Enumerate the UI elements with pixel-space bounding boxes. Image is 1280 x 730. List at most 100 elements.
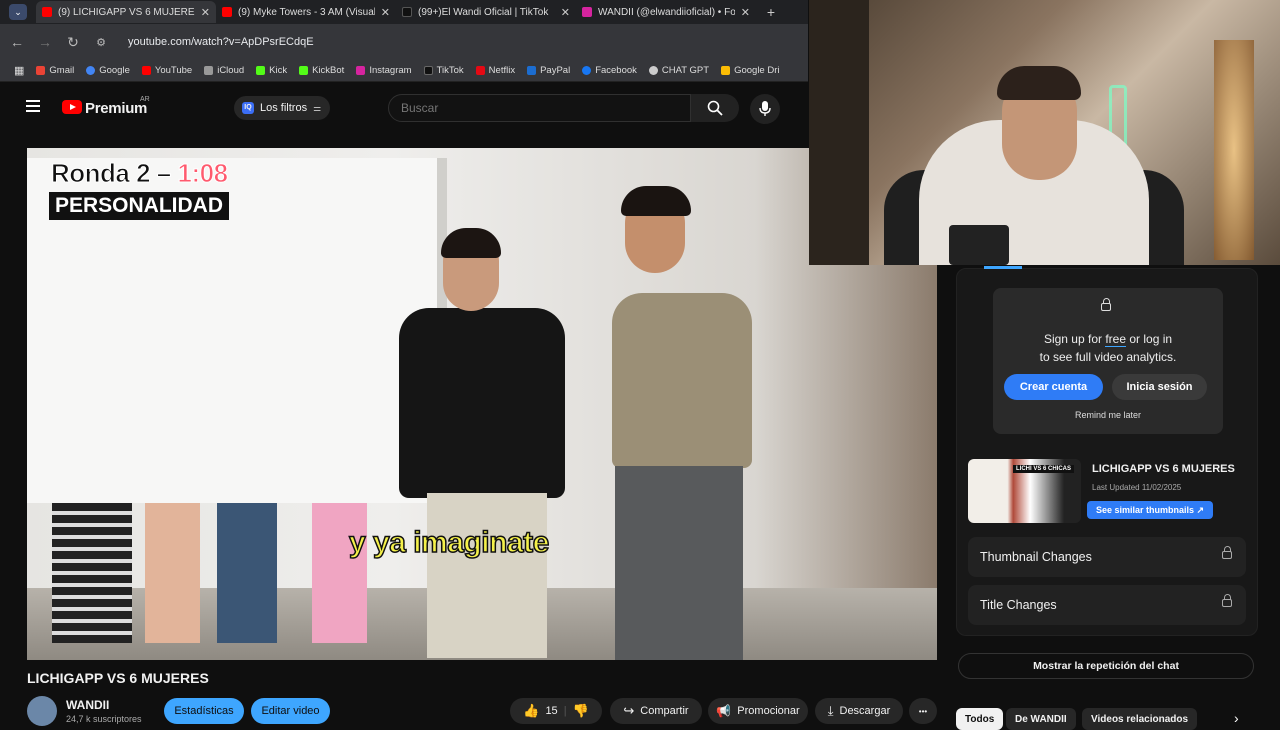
apps-grid-icon[interactable]: ▦ — [14, 64, 24, 77]
megaphone-icon: 📢 — [716, 704, 732, 718]
back-arrow-icon[interactable]: ← — [10, 34, 24, 50]
bookmark-label: Netflix — [488, 65, 516, 76]
channel-avatar[interactable] — [27, 696, 57, 726]
google-drive-icon — [721, 66, 731, 75]
bookmark-kickbot[interactable]: KickBot — [299, 65, 344, 76]
close-icon[interactable]: ✕ — [561, 6, 570, 19]
round-timer: 1:08 — [177, 158, 229, 189]
remind-later-link[interactable]: Remind me later — [1000, 410, 1216, 420]
url-field[interactable]: youtube.com/watch?v=ApDPsrECdqE — [128, 36, 314, 48]
bookmark-facebook[interactable]: Facebook — [582, 65, 637, 76]
instagram-favicon-icon — [582, 7, 592, 17]
menu-icon[interactable] — [26, 100, 40, 112]
webcam-dark-edge — [809, 0, 869, 265]
edit-video-button[interactable]: Editar video — [251, 698, 330, 724]
video-person-pants — [427, 493, 547, 658]
bookmark-paypal[interactable]: PayPal — [527, 65, 570, 76]
kick-icon — [256, 66, 266, 75]
round-label: Ronda 2 – — [51, 158, 172, 189]
reload-icon[interactable]: ↻ — [66, 34, 80, 51]
similar-thumbnails-button[interactable]: See similar thumbnails ↗ — [1087, 501, 1213, 519]
new-tab-button[interactable]: + — [756, 4, 786, 20]
chip-from-channel[interactable]: De WANDII — [1006, 708, 1076, 730]
chip-related[interactable]: Videos relacionados — [1082, 708, 1198, 730]
share-button[interactable]: ↪ Compartir — [610, 698, 702, 724]
thumbs-down-icon[interactable]: 👎 — [573, 703, 589, 719]
video-player[interactable]: Ronda 2 – 1:08 PERSONALIDAD y ya imagina… — [27, 148, 937, 660]
channel-name[interactable]: WANDII — [66, 698, 109, 712]
bookmark-google-drive[interactable]: Google Dri — [721, 65, 780, 76]
bookmark-label: Google Dri — [734, 65, 780, 76]
tab-1[interactable]: (9) LICHIGAPP VS 6 MUJERES - ✕ — [36, 1, 216, 23]
more-actions-button[interactable]: ••• — [909, 698, 937, 724]
youtube-favicon-icon — [222, 7, 232, 17]
filters-button[interactable]: IQ Los filtros ⚌ — [234, 96, 330, 120]
video-person-jeans — [615, 466, 743, 660]
bookmark-icloud[interactable]: iCloud — [204, 65, 244, 76]
create-account-button[interactable]: Crear cuenta — [1004, 374, 1103, 400]
tab-4-label: WANDII (@elwandiioficial) • Fo — [598, 6, 735, 18]
voice-search-button[interactable] — [750, 94, 780, 124]
signup-free-link[interactable]: free — [1105, 332, 1127, 347]
video-person-tan-shirt — [612, 293, 752, 468]
download-label: Descargar — [839, 705, 891, 717]
signup-line2: to see full video analytics. — [1039, 350, 1177, 364]
bookmark-tiktok[interactable]: TikTok — [423, 65, 464, 76]
bookmark-kick[interactable]: Kick — [256, 65, 287, 76]
tab-2[interactable]: (9) Myke Towers - 3 AM (Visual ✕ — [216, 1, 396, 23]
close-icon[interactable]: ✕ — [741, 6, 750, 19]
bookmark-label: Gmail — [49, 65, 75, 76]
signup-text: Sign up for free or log in to see full v… — [1000, 330, 1216, 366]
bookmark-youtube[interactable]: YouTube — [141, 65, 192, 76]
bookmark-gmail[interactable]: Gmail — [36, 65, 74, 76]
search-icon — [707, 100, 723, 116]
title-changes-row[interactable]: Title Changes — [968, 585, 1246, 625]
bookmark-netflix[interactable]: Netflix — [475, 65, 516, 76]
close-icon[interactable]: ✕ — [201, 6, 210, 19]
promote-button[interactable]: 📢 Promocionar — [708, 698, 808, 724]
tab-search-button[interactable]: ⌄ — [0, 4, 36, 20]
stats-button[interactable]: Estadísticas — [164, 698, 244, 724]
bookmark-instagram[interactable]: Instagram — [356, 65, 412, 76]
youtube-logo-icon[interactable] — [62, 100, 82, 114]
bookmarks-bar: ▦ Gmail Google YouTube iCloud Kick KickB… — [0, 60, 808, 82]
close-icon[interactable]: ✕ — [381, 6, 390, 19]
tab-1-label: (9) LICHIGAPP VS 6 MUJERES - — [58, 6, 195, 18]
youtube-icon — [141, 66, 151, 75]
bookmark-label: TikTok — [436, 65, 464, 76]
sign-in-button[interactable]: Inicia sesión — [1112, 374, 1207, 400]
tiktok-icon — [423, 66, 433, 75]
chevron-right-icon[interactable]: › — [1234, 710, 1239, 726]
address-bar-row: ← → ↻ ⚙ youtube.com/watch?v=ApDPsrECdqE — [0, 24, 808, 60]
site-settings-icon[interactable]: ⚙ — [94, 36, 108, 49]
paypal-icon — [527, 66, 537, 75]
lock-icon — [1222, 594, 1232, 607]
youtube-premium-logo[interactable]: Premium — [85, 100, 147, 117]
share-icon: ↪ — [623, 703, 635, 718]
bookmark-chatgpt[interactable]: CHAT GPT — [648, 65, 709, 76]
chip-all[interactable]: Todos — [956, 708, 1004, 730]
chat-replay-button[interactable]: Mostrar la repetición del chat — [958, 653, 1254, 679]
tab-4[interactable]: WANDII (@elwandiioficial) • Fo ✕ — [576, 1, 756, 23]
webcam-microphone — [949, 225, 1009, 265]
video-legs — [52, 503, 132, 643]
title-changes-label: Title Changes — [980, 598, 1057, 612]
bookmark-label: PayPal — [540, 65, 571, 76]
tab-3[interactable]: (99+)El Wandi Oficial | TikTok ✕ — [396, 1, 576, 23]
kickbot-icon — [299, 66, 309, 75]
bookmark-google[interactable]: Google — [86, 65, 130, 76]
thumbs-up-icon[interactable]: 👍 — [523, 703, 539, 719]
active-tab-indicator — [984, 266, 1022, 269]
netflix-icon — [475, 66, 485, 75]
video-legs — [217, 503, 277, 643]
like-dislike-button[interactable]: 👍 15 | 👎 — [510, 698, 602, 724]
download-button[interactable]: ⤓ Descargar — [815, 698, 903, 724]
webcam-hair — [997, 66, 1081, 100]
forward-arrow-icon[interactable]: → — [38, 34, 52, 50]
google-icon — [86, 66, 96, 75]
facebook-icon — [582, 66, 592, 75]
search-input[interactable] — [388, 94, 691, 122]
thumbnail-changes-row[interactable]: Thumbnail Changes — [968, 537, 1246, 577]
search-button[interactable] — [691, 94, 739, 122]
apple-icon — [204, 66, 214, 75]
